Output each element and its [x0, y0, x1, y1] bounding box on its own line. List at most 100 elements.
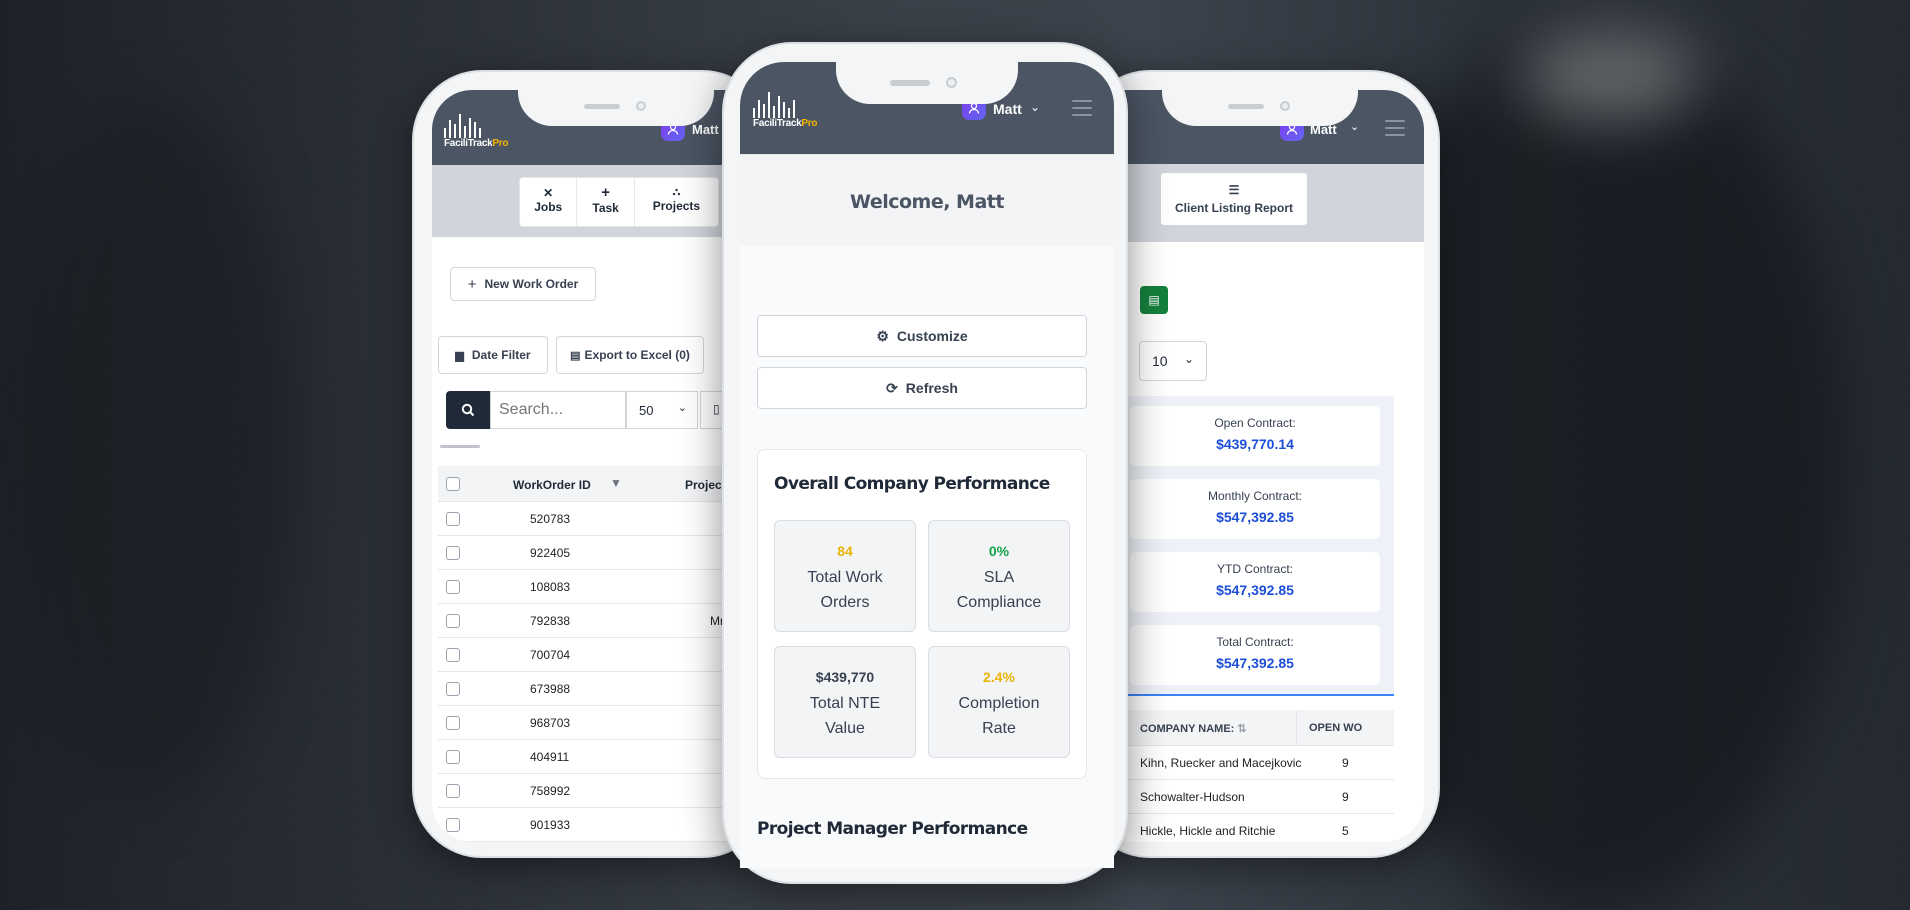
row-checkbox[interactable]	[446, 716, 460, 730]
row-checkbox[interactable]	[446, 580, 460, 594]
customize-button[interactable]: ⚙ Customize	[757, 315, 1087, 357]
table-row[interactable]: 758992 Nicole	[438, 774, 756, 808]
workorder-id: 108083	[530, 580, 571, 594]
table-row[interactable]: 108083 Mrs. B	[438, 570, 756, 604]
row-checkbox[interactable]	[446, 546, 460, 560]
contract-summary: Open Contract: $439,770.14 Monthly Contra…	[1100, 396, 1394, 696]
app-logo: FaciliTrackPro	[444, 112, 508, 150]
contract-card: Total Contract: $547,392.85	[1130, 625, 1380, 685]
date-filter-button[interactable]: ▆ Date Filter	[438, 336, 548, 374]
plus-icon: +	[601, 184, 611, 201]
row-checkbox[interactable]	[446, 784, 460, 798]
nav-task[interactable]: + Task	[577, 178, 635, 226]
client-listing-report-button[interactable]: ☰ Client Listing Report	[1160, 172, 1308, 226]
excel-export-button[interactable]: ▤	[1140, 286, 1168, 314]
contract-label: Total Contract:	[1216, 635, 1294, 649]
contract-label: Monthly Contract:	[1207, 489, 1303, 503]
row-checkbox[interactable]	[446, 648, 460, 662]
tools-icon: ✕	[543, 186, 554, 200]
left-phone: FaciliTrackPro Matt ✕ Jobs + Task ⛬ Project…	[412, 70, 772, 858]
workorder-id: 901933	[530, 818, 571, 832]
workorder-id: 520783	[530, 512, 571, 526]
metric-card: 2.4% Completion Rate	[928, 646, 1070, 758]
table-header: COMPANY NAME: ⇅ OPEN WO	[1100, 710, 1394, 746]
contract-value: $547,392.85	[1216, 509, 1294, 525]
row-checkbox[interactable]	[446, 750, 460, 764]
table-row[interactable]: 901933 Hers	[438, 808, 756, 842]
nav-bar: ✕ Jobs + Task ⛬ Projects	[432, 165, 756, 237]
table-row[interactable]: 968703 Allis	[438, 706, 756, 740]
overall-performance-title: Overall Company Performance	[774, 474, 1050, 494]
workorder-id: 700704	[530, 648, 571, 662]
metric-value: 2.4%	[983, 669, 1015, 685]
row-checkbox[interactable]	[446, 512, 460, 526]
table-row[interactable]: Hickle, Hickle and Ritchie 5	[1100, 814, 1394, 842]
company-name: Kihn, Ruecker and Macejkovic	[1140, 756, 1302, 770]
contract-value: $439,770.14	[1216, 436, 1294, 452]
metric-label: SLA Compliance	[956, 569, 1042, 611]
menu-icon[interactable]	[1385, 120, 1405, 136]
table-row[interactable]: 520783 Allis	[438, 502, 756, 536]
welcome-title: Welcome, Matt	[850, 191, 1004, 213]
table-row[interactable]: 922405 Nikki	[438, 536, 756, 570]
contract-label: Open Contract:	[1214, 416, 1296, 430]
row-checkbox[interactable]	[446, 818, 460, 832]
metric-value: 84	[837, 543, 853, 559]
right-phone: Matt ⌄ ☰ Client Listing Report ▤ 10 ⌄ Open…	[1080, 70, 1440, 858]
list-icon: ☰	[1228, 183, 1240, 197]
chevron-down-icon[interactable]: ⌄	[1030, 100, 1040, 114]
table-row[interactable]: 700704 Mrs. Br	[438, 638, 756, 672]
page-size-select[interactable]: 10 ⌄	[1139, 341, 1207, 381]
table-row[interactable]: 792838 Mr. Vernon	[438, 604, 756, 638]
row-checkbox[interactable]	[446, 614, 460, 628]
new-work-order-button[interactable]: + New Work Order	[450, 267, 596, 301]
refresh-button[interactable]: ⟳ Refresh	[757, 367, 1087, 409]
user-name[interactable]: Matt	[993, 101, 1022, 117]
select-all-checkbox[interactable]	[446, 477, 460, 491]
workorder-id: 758992	[530, 784, 571, 798]
open-wo-count: 9	[1342, 756, 1349, 770]
col-open-wo[interactable]: OPEN WO	[1296, 710, 1396, 746]
background-hardhat	[1520, 30, 1700, 120]
contract-card: Monthly Contract: $547,392.85	[1130, 479, 1380, 539]
menu-icon[interactable]	[1072, 100, 1092, 116]
work-order-table: WorkOrder ID ▼ Projec 520783 Allis 92240…	[438, 466, 756, 842]
row-checkbox[interactable]	[446, 682, 460, 696]
search-icon	[461, 403, 475, 417]
col-project[interactable]: Projec	[685, 478, 722, 492]
filter-icon[interactable]: ▼	[610, 476, 622, 490]
table-row[interactable]: 404911 Keer	[438, 740, 756, 774]
nav-jobs[interactable]: ✕ Jobs	[520, 178, 578, 226]
overall-performance-card: Overall Company Performance 84 Total Wor…	[757, 449, 1087, 779]
metric-label: Total Work Orders	[807, 569, 883, 611]
contract-value: $547,392.85	[1216, 582, 1294, 598]
table-row[interactable]: 673988 Velo	[438, 672, 756, 706]
contract-card: Open Contract: $439,770.14	[1130, 406, 1380, 466]
workorder-id: 922405	[530, 546, 571, 560]
col-company-name[interactable]: COMPANY NAME: ⇅	[1140, 722, 1247, 735]
search-button[interactable]	[446, 391, 490, 429]
page-size-select[interactable]: 50 ⌄	[626, 391, 698, 429]
metric-value: $439,770	[815, 669, 875, 685]
nav-bar: ☰ Client Listing Report	[1100, 164, 1424, 242]
metric-label: Total NTE Value	[809, 695, 881, 737]
nav-projects[interactable]: ⛬ Projects	[635, 178, 718, 226]
center-phone: FaciliTrackPro Matt ⌄ Welcome, Matt ⚙ Cus…	[722, 42, 1128, 884]
col-workorder-id[interactable]: WorkOrder ID	[513, 478, 591, 492]
chevron-down-icon[interactable]: ⌄	[1350, 120, 1359, 133]
company-name: Schowalter-Hudson	[1140, 790, 1245, 804]
user-name[interactable]: Matt	[692, 122, 719, 137]
metric-card: 84 Total Work Orders	[774, 520, 916, 632]
scroll-indicator[interactable]	[440, 445, 480, 448]
search-input[interactable]	[490, 391, 626, 429]
file-excel-icon: ▤	[570, 349, 581, 362]
table-row[interactable]: Kihn, Ruecker and Macejkovic 9	[1100, 746, 1394, 780]
workorder-id: 673988	[530, 682, 571, 696]
metric-value: 0%	[988, 543, 1010, 559]
welcome-banner: Welcome, Matt	[740, 154, 1114, 246]
refresh-icon: ⟳	[886, 379, 898, 396]
metric-card: $439,770 Total NTE Value	[774, 646, 916, 758]
export-excel-button[interactable]: ▤ Export to Excel (0)	[556, 336, 704, 374]
open-wo-count: 9	[1342, 790, 1349, 804]
table-row[interactable]: Schowalter-Hudson 9	[1100, 780, 1394, 814]
